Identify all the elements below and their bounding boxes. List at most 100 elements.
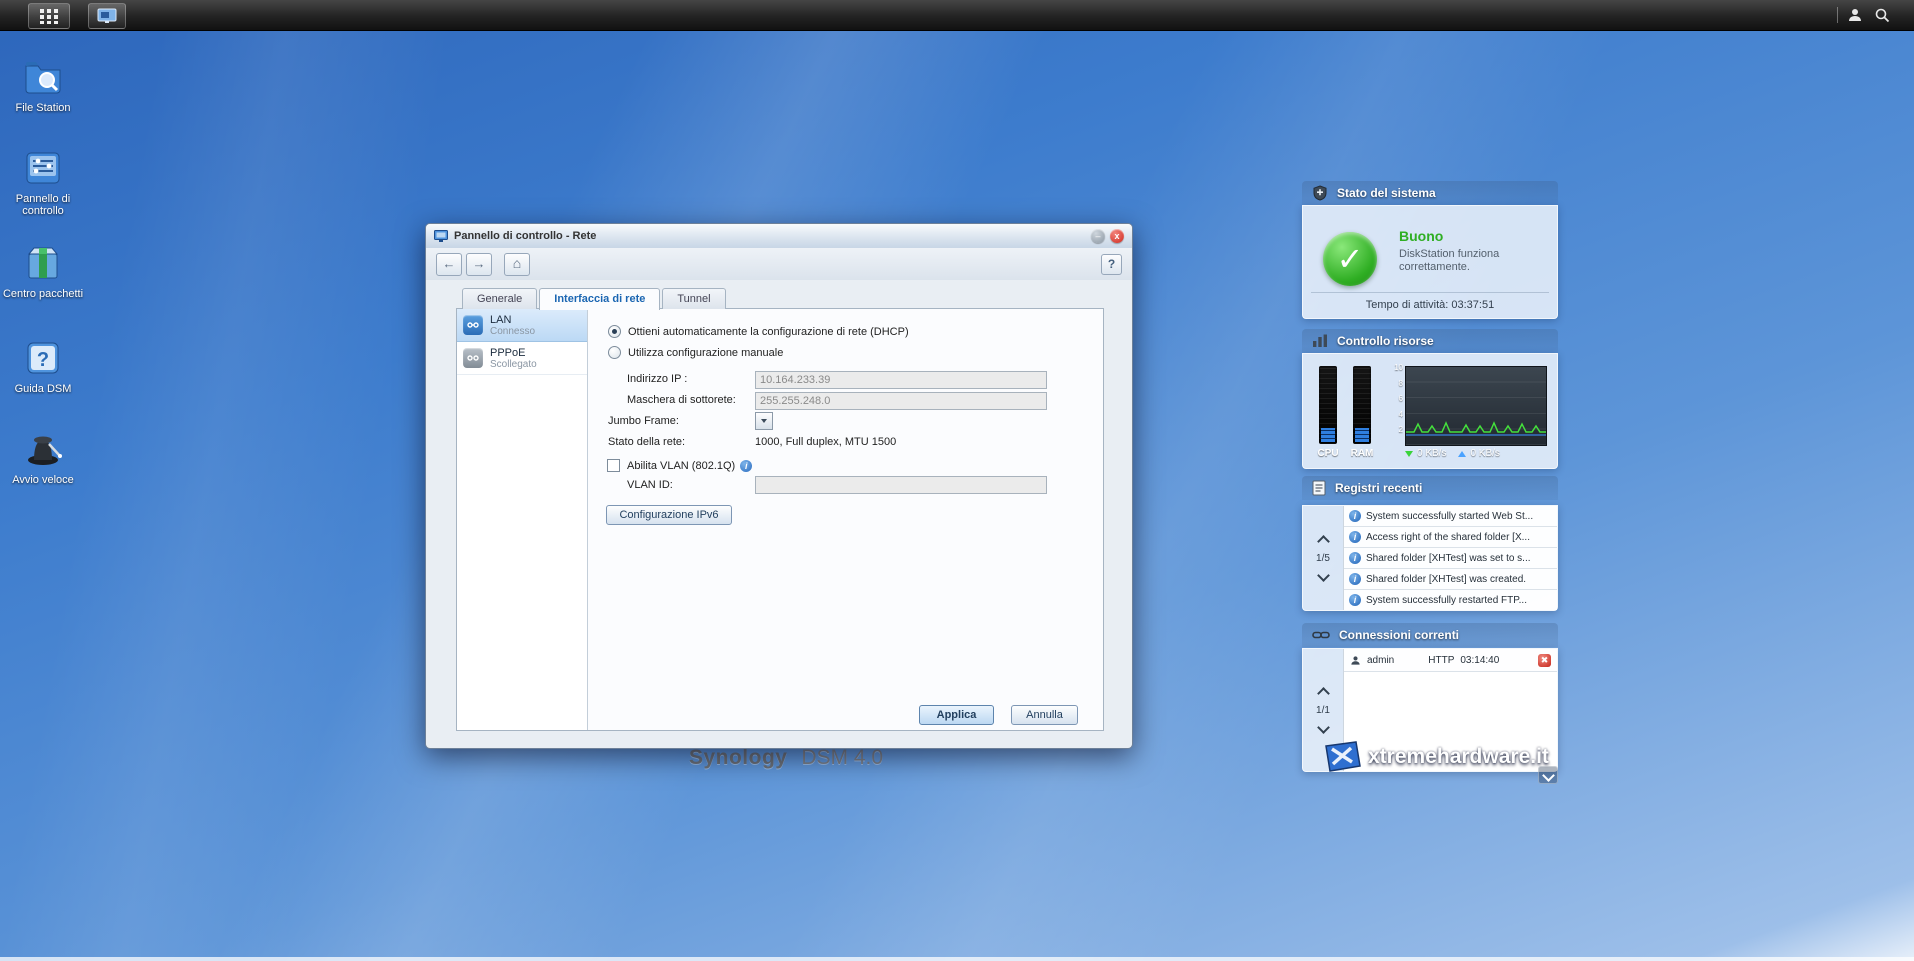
manual-radio-row[interactable]: Utilizza configurazione manuale — [608, 346, 783, 359]
uptime-text: Tempo di attività: 03:37:51 — [1303, 299, 1557, 311]
log-row[interactable]: i System successfully started Web St... — [1344, 506, 1557, 527]
desktop-icon-control-panel[interactable]: Pannello di controllo — [0, 147, 86, 217]
chevron-down-icon — [761, 419, 767, 423]
desktop-icon-quick-start[interactable]: Avvio veloce — [0, 428, 86, 486]
connection-time: 03:14:40 — [1460, 655, 1499, 666]
chevron-down-icon — [1542, 769, 1555, 782]
tab-interfaccia-di-rete[interactable]: Interfaccia di rete — [539, 288, 660, 310]
apply-button[interactable]: Applica — [919, 705, 994, 725]
vlan-id-input[interactable] — [755, 476, 1047, 494]
desktop: File Station Pannello di controllo Centr — [0, 0, 1914, 961]
network-interface-panel: LAN Connesso PPPoE S — [456, 308, 1104, 731]
bar-chart-icon — [1312, 334, 1328, 348]
divider — [1311, 292, 1549, 293]
desktop-icon-file-station[interactable]: File Station — [0, 56, 86, 114]
widgets-collapse-button[interactable] — [1538, 766, 1558, 784]
vlan-checkbox-label: Abilita VLAN (802.1Q) — [627, 460, 735, 472]
dsm-help-icon: ? — [22, 337, 64, 379]
subnet-label: Maschera di sottorete: — [627, 394, 736, 406]
window-body: Generale Interfaccia di rete Tunnel — [426, 280, 1132, 748]
recent-logs-header: Registri recenti — [1302, 476, 1558, 500]
interface-item-pppoe[interactable]: PPPoE Scollegato — [457, 342, 587, 375]
kick-user-icon[interactable]: ✖ — [1538, 654, 1551, 667]
desktop-icon-label: File Station — [0, 102, 86, 114]
quick-start-icon — [22, 428, 64, 470]
jumbo-frame-dropdown[interactable] — [755, 412, 773, 430]
wallpaper-logo: Synology DSM 4.0 — [689, 746, 883, 770]
control-panel-icon — [22, 147, 64, 189]
connection-protocol: HTTP — [1428, 655, 1454, 666]
interface-name: LAN — [490, 314, 535, 326]
upload-rate: 0 KB/s — [1470, 448, 1499, 459]
lan-settings-form: Ottieni automaticamente la configurazion… — [587, 309, 1103, 730]
manual-config-radio[interactable] — [608, 346, 621, 359]
widget-title: Controllo risorse — [1337, 334, 1434, 348]
log-row[interactable]: i Shared folder [XHTest] was set to s... — [1344, 548, 1557, 569]
dhcp-radio-row[interactable]: Ottieni automaticamente la configurazion… — [608, 325, 909, 338]
window-titlebar[interactable]: Pannello di controllo - Rete – x — [426, 224, 1132, 249]
forward-button[interactable]: → — [466, 253, 492, 276]
log-row[interactable]: i System successfully restarted FTP... — [1344, 590, 1557, 610]
main-menu-button[interactable] — [28, 3, 70, 29]
vlan-checkbox-row[interactable]: Abilita VLAN (802.1Q) i — [607, 459, 752, 472]
close-button[interactable]: x — [1110, 229, 1124, 243]
ipv6-config-button[interactable]: Configurazione IPv6 — [606, 505, 732, 525]
ip-address-input[interactable] — [755, 371, 1047, 389]
page-down-icon[interactable] — [1317, 721, 1330, 734]
manual-radio-label: Utilizza configurazione manuale — [628, 347, 783, 359]
desktop-icon-label: Avvio veloce — [0, 474, 86, 486]
cancel-button[interactable]: Annulla — [1011, 705, 1078, 725]
connection-user: admin — [1367, 655, 1394, 666]
ip-label: Indirizzo IP : — [627, 373, 687, 385]
log-row[interactable]: i Shared folder [XHTest] was created. — [1344, 569, 1557, 590]
log-rows: i System successfully started Web St... … — [1343, 506, 1557, 610]
tab-strip: Generale Interfaccia di rete Tunnel — [462, 288, 728, 310]
interface-name: PPPoE — [490, 347, 537, 359]
network-graph-ticks: 10 8 6 4 2 — [1387, 360, 1403, 438]
tab-tunnel[interactable]: Tunnel — [662, 288, 725, 309]
taskbar-divider — [1837, 7, 1838, 23]
network-status-label: Stato della rete: — [608, 436, 685, 448]
desktop-icon-label: Centro pacchetti — [0, 288, 86, 300]
info-icon: i — [1349, 510, 1361, 522]
home-button[interactable]: ⌂ — [504, 253, 530, 276]
widget-title: Stato del sistema — [1337, 186, 1436, 200]
interface-item-lan[interactable]: LAN Connesso — [457, 309, 587, 342]
minimize-button[interactable]: – — [1091, 229, 1105, 243]
show-desktop-button[interactable] — [88, 3, 126, 29]
log-page-icon — [1312, 480, 1326, 496]
help-button[interactable]: ? — [1101, 254, 1122, 275]
page-down-icon[interactable] — [1317, 569, 1330, 582]
dhcp-radio[interactable] — [608, 325, 621, 338]
vlan-id-label: VLAN ID: — [627, 479, 673, 491]
page-up-icon[interactable] — [1317, 687, 1330, 700]
svg-text:?: ? — [37, 349, 49, 371]
recent-logs-panel: 1/5 i System successfully started Web St… — [1302, 505, 1558, 611]
subnet-mask-input[interactable] — [755, 392, 1047, 410]
pppoe-icon — [463, 348, 483, 368]
status-description: DiskStation funziona correttamente. — [1399, 248, 1529, 274]
vlan-checkbox[interactable] — [607, 459, 620, 472]
back-button[interactable]: ← — [436, 253, 462, 276]
person-icon — [1350, 655, 1361, 666]
info-icon: i — [1349, 594, 1361, 606]
network-traffic-graph — [1405, 366, 1547, 446]
widget-title: Connessioni correnti — [1339, 628, 1459, 642]
tab-generale[interactable]: Generale — [462, 288, 537, 309]
log-row[interactable]: i Access right of the shared folder [X..… — [1344, 527, 1557, 548]
watermark: xtremehardware.it — [1322, 740, 1549, 774]
interface-status: Connesso — [490, 326, 535, 337]
download-rate: 0 KB/s — [1417, 448, 1446, 459]
info-icon[interactable]: i — [740, 460, 752, 472]
page-up-icon[interactable] — [1317, 535, 1330, 548]
desktop-icon-dsm-help[interactable]: ? Guida DSM — [0, 337, 86, 395]
connections-page-indicator: 1/1 — [1316, 705, 1330, 716]
network-rates: 0 KB/s 0 KB/s — [1405, 448, 1500, 459]
user-menu-button[interactable] — [1845, 6, 1865, 24]
connection-row[interactable]: admin HTTP 03:14:40 ✖ — [1344, 649, 1557, 672]
status-good-icon: ✓ — [1323, 232, 1377, 286]
desktop-icon-package-center[interactable]: Centro pacchetti — [0, 242, 86, 300]
upload-icon — [1458, 451, 1466, 457]
window-toolbar: ← → ⌂ ? — [426, 248, 1132, 281]
search-button[interactable] — [1872, 6, 1892, 24]
